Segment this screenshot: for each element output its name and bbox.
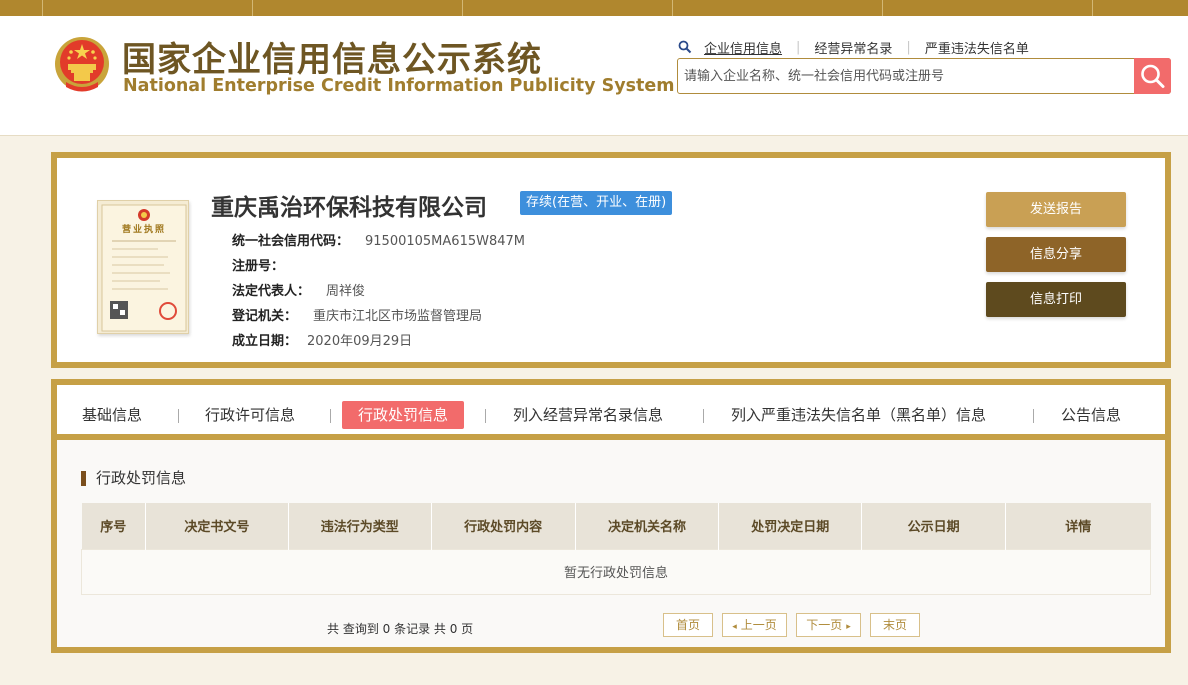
column-header: 行政处罚内容 (431, 503, 576, 549)
strip-divider (672, 0, 673, 16)
print-button[interactable]: 信息打印 (986, 282, 1126, 317)
penalty-table: 序号 决定书文号 违法行为类型 行政处罚内容 决定机关名称 处罚决定日期 公示日… (81, 503, 1151, 595)
tab-separator (485, 409, 486, 423)
column-header: 处罚决定日期 (718, 503, 863, 549)
prev-page-button[interactable]: ◂ 上一页 (722, 613, 787, 637)
field-label: 统一社会信用代码： (232, 234, 350, 249)
status-badge: 存续(在营、开业、在册) (520, 191, 673, 215)
section-title: 行政处罚信息 (81, 471, 186, 486)
link-separator: | (796, 39, 801, 55)
field-registration-no: 注册号： (232, 255, 300, 274)
field-registration-authority: 登记机关： 重庆市江北区市场监督管理局 (232, 305, 482, 324)
search-icon (1141, 64, 1165, 88)
empty-message: 暂无行政处罚信息 (81, 548, 1151, 595)
link-abnormal-list[interactable]: 经营异常名录 (814, 38, 892, 57)
top-links: 企业信用信息 | 经营异常名录 | 严重违法失信名单 (678, 38, 1029, 57)
search-box (677, 58, 1171, 94)
tab-separator (703, 409, 704, 423)
field-label: 登记机关： (232, 309, 298, 324)
link-enterprise-credit[interactable]: 企业信用信息 (704, 38, 782, 57)
tab-basic-info[interactable]: 基础信息 (82, 401, 142, 429)
business-license-image[interactable]: 营业执照 (97, 200, 189, 334)
link-serious-violation-list[interactable]: 严重违法失信名单 (925, 38, 1029, 57)
send-report-button[interactable]: 发送报告 (986, 192, 1126, 227)
field-established-date: 成立日期： 2020年09月29日 (232, 330, 412, 349)
field-legal-rep: 法定代表人： 周祥俊 (232, 280, 365, 299)
tab-abnormal-list[interactable]: 列入经营异常名录信息 (513, 401, 663, 429)
column-header: 决定书文号 (145, 503, 289, 549)
table-row: 暂无行政处罚信息 (81, 548, 1151, 595)
company-name: 重庆禹治环保科技有限公司 (211, 195, 487, 221)
column-header: 序号 (81, 503, 146, 549)
column-header: 详情 (1005, 503, 1151, 549)
site-header: 国家企业信用信息公示系统 National Enterprise Credit … (0, 16, 1188, 136)
field-credit-code: 统一社会信用代码： 91500105MA615W847M (232, 230, 525, 249)
field-value: 91500105MA615W847M (365, 234, 525, 249)
column-header: 决定机关名称 (575, 503, 720, 549)
first-page-button[interactable]: 首页 (663, 613, 713, 637)
tab-separator (330, 409, 331, 423)
tab-separator (178, 409, 179, 423)
site-title-cn: 国家企业信用信息公示系统 (122, 40, 542, 80)
column-header: 公示日期 (861, 503, 1007, 549)
next-page-label: 下一页 (806, 618, 843, 632)
next-page-button[interactable]: 下一页 ▸ (796, 613, 861, 637)
strip-divider (252, 0, 253, 16)
strip-divider (1092, 0, 1093, 16)
chevron-left-icon: ◂ (732, 622, 737, 632)
strip-divider (882, 0, 883, 16)
small-magnifier-icon (678, 40, 692, 54)
chevron-right-icon: ▸ (846, 622, 851, 632)
info-tabs-panel: 基础信息 行政许可信息 行政处罚信息 列入经营异常名录信息 列入严重违法失信名单… (51, 379, 1171, 653)
license-caption: 营业执照 (121, 225, 166, 235)
strip-divider (462, 0, 463, 16)
strip-divider (42, 0, 43, 16)
column-header: 违法行为类型 (288, 503, 432, 549)
tab-blacklist[interactable]: 列入严重违法失信名单（黑名单）信息 (731, 401, 986, 429)
national-emblem-icon (55, 37, 109, 92)
prev-page-label: 上一页 (740, 618, 777, 632)
link-separator: | (906, 39, 911, 55)
field-label: 成立日期： (232, 334, 298, 349)
tab-announcements[interactable]: 公告信息 (1061, 401, 1121, 429)
company-card: 营业执照 重庆禹治环保科技有限公司 存续(在营、开业、在册) 统一社会信用代码：… (51, 152, 1171, 368)
top-strip (0, 0, 1188, 16)
tab-admin-license[interactable]: 行政许可信息 (205, 401, 295, 429)
field-value: 重庆市江北区市场监督管理局 (313, 309, 483, 324)
search-button[interactable] (1134, 58, 1171, 94)
tab-bar: 基础信息 行政许可信息 行政处罚信息 列入经营异常名录信息 列入严重违法失信名单… (57, 385, 1165, 440)
site-title-en: National Enterprise Credit Information P… (123, 76, 675, 96)
last-page-button[interactable]: 末页 (870, 613, 920, 637)
field-label: 注册号： (232, 259, 285, 274)
tab-separator (1033, 409, 1034, 423)
tab-admin-penalty[interactable]: 行政处罚信息 (342, 401, 465, 429)
table-header-row: 序号 决定书文号 违法行为类型 行政处罚内容 决定机关名称 处罚决定日期 公示日… (81, 503, 1151, 549)
pagination-summary: 共 查询到 0 条记录 共 0 页 (327, 622, 474, 636)
share-button[interactable]: 信息分享 (986, 237, 1126, 272)
search-input[interactable] (684, 59, 1134, 93)
field-label: 法定代表人： (232, 284, 311, 299)
field-value: 周祥俊 (326, 284, 366, 299)
field-value: 2020年09月29日 (307, 334, 413, 349)
